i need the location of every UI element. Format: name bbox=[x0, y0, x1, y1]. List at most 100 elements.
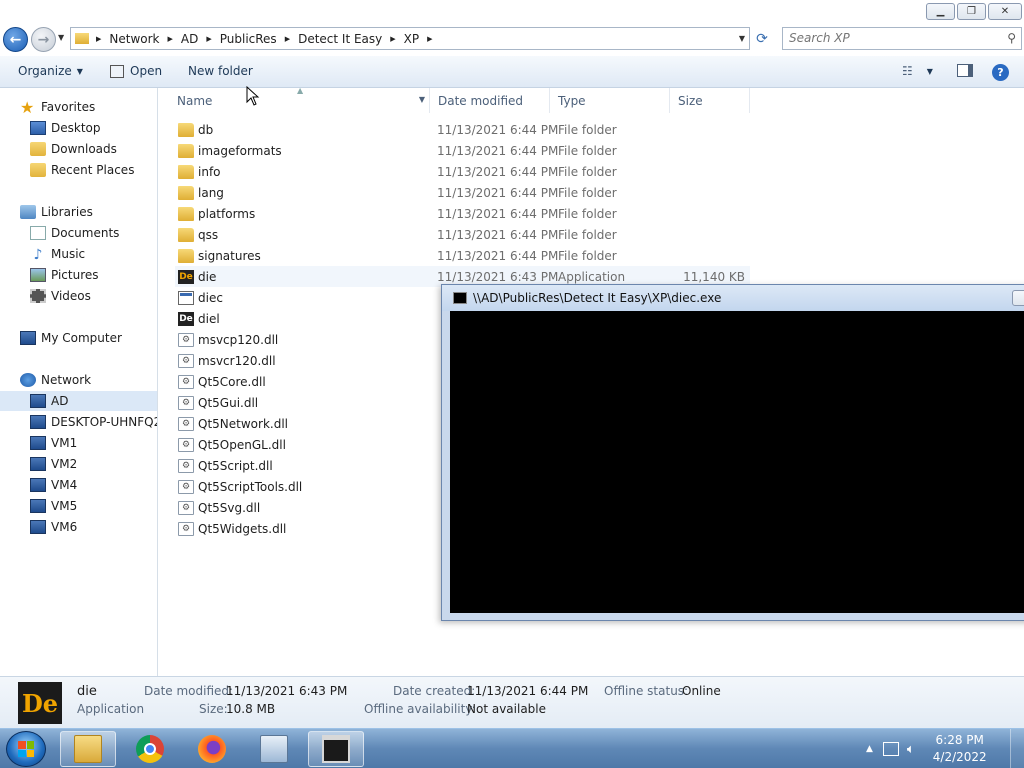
nav-item-label: AD bbox=[51, 394, 69, 408]
nav-item-label: VM6 bbox=[51, 520, 78, 534]
close-button[interactable]: ✕ bbox=[988, 3, 1022, 20]
taskbar-explorer-button[interactable] bbox=[60, 731, 116, 767]
column-header-name[interactable]: Name ▲ ▼ bbox=[160, 86, 430, 113]
taskbar-console-button[interactable] bbox=[308, 731, 364, 767]
breadcrumb-chevron-icon[interactable]: ▶ bbox=[206, 35, 211, 43]
console-titlebar[interactable]: \\AD\PublicRes\Detect It Easy\XP\diec.ex… bbox=[442, 285, 1024, 311]
file-name: Qt5Svg.dll bbox=[198, 500, 261, 515]
nav-item-vm6[interactable]: VM6 bbox=[30, 517, 77, 537]
console-icon bbox=[322, 735, 350, 763]
nav-item-label: Recent Places bbox=[51, 163, 135, 177]
new-folder-button[interactable]: New folder bbox=[188, 64, 253, 78]
pictures-icon bbox=[30, 268, 46, 282]
dll-icon bbox=[178, 353, 194, 368]
file-row[interactable]: qss 11/13/2021 6:44 PM File folder bbox=[175, 224, 750, 245]
file-row[interactable]: platforms 11/13/2021 6:44 PM File folder bbox=[175, 203, 750, 224]
clock[interactable]: 6:28 PM 4/2/2022 bbox=[925, 732, 995, 766]
file-name: die bbox=[198, 269, 217, 284]
console-output[interactable] bbox=[450, 311, 1024, 613]
taskbar: ▲ 🔈︎ 6:28 PM 4/2/2022 bbox=[0, 728, 1024, 768]
help-button[interactable]: ? bbox=[992, 64, 1009, 81]
breadcrumb-xp[interactable]: XP bbox=[404, 32, 419, 46]
column-header-date-modified[interactable]: Date modified bbox=[430, 88, 550, 113]
nav-item-music[interactable]: ♪ Music bbox=[30, 244, 86, 264]
address-history-dropdown-icon[interactable]: ▼ bbox=[739, 34, 745, 43]
console-window[interactable]: \\AD\PublicRes\Detect It Easy\XP\diec.ex… bbox=[441, 284, 1024, 621]
column-header-type[interactable]: Type bbox=[550, 88, 670, 113]
open-button[interactable]: Open bbox=[110, 64, 162, 78]
nav-network[interactable]: Network bbox=[20, 370, 91, 390]
file-row[interactable]: lang 11/13/2021 6:44 PM File folder bbox=[175, 182, 750, 203]
breadcrumb-detect-it-easy[interactable]: Detect It Easy bbox=[298, 32, 382, 46]
dll-icon bbox=[178, 521, 194, 536]
nav-item-vm5[interactable]: VM5 bbox=[30, 496, 77, 516]
libraries-icon bbox=[20, 205, 36, 219]
breadcrumb-chevron-icon[interactable]: ▶ bbox=[390, 35, 395, 43]
clock-date: 4/2/2022 bbox=[932, 750, 987, 764]
search-icon[interactable]: ⚲ bbox=[1007, 31, 1016, 45]
file-row[interactable]: db 11/13/2021 6:44 PM File folder bbox=[175, 119, 750, 140]
network-status-icon[interactable] bbox=[882, 742, 899, 756]
nav-item-ad[interactable]: AD bbox=[0, 391, 157, 411]
nav-item-documents[interactable]: Documents bbox=[30, 223, 119, 243]
nav-computer-label: My Computer bbox=[41, 331, 122, 345]
file-row[interactable]: signatures 11/13/2021 6:44 PM File folde… bbox=[175, 245, 750, 266]
chevron-down-icon: ▼ bbox=[76, 66, 83, 76]
nav-item-downloads[interactable]: Downloads bbox=[30, 139, 117, 159]
nav-item-pictures[interactable]: Pictures bbox=[30, 265, 99, 285]
column-headers: Name ▲ ▼ Date modified Type Size bbox=[160, 86, 1024, 113]
details-file-kind: Application bbox=[77, 702, 145, 716]
computer-icon bbox=[30, 520, 46, 534]
nav-item-desktop[interactable]: Desktop bbox=[30, 118, 101, 138]
volume-icon[interactable]: 🔈︎ bbox=[907, 742, 915, 757]
search-input[interactable] bbox=[789, 31, 989, 45]
dll-icon bbox=[178, 395, 194, 410]
file-row[interactable]: imageformats 11/13/2021 6:44 PM File fol… bbox=[175, 140, 750, 161]
breadcrumb-network[interactable]: Network bbox=[109, 32, 159, 46]
show-desktop-button[interactable] bbox=[1010, 729, 1024, 768]
breadcrumb-chevron-icon[interactable]: ▶ bbox=[168, 35, 173, 43]
nav-my-computer[interactable]: My Computer bbox=[20, 328, 122, 348]
nav-item-vm4[interactable]: VM4 bbox=[30, 475, 77, 495]
taskbar-control-panel-button[interactable] bbox=[246, 731, 302, 767]
breadcrumb-ad[interactable]: AD bbox=[181, 32, 198, 46]
search-box[interactable]: ⚲ bbox=[782, 27, 1022, 50]
organize-button[interactable]: Organize ▼ bbox=[18, 64, 83, 78]
nav-item-recent-places[interactable]: Recent Places bbox=[30, 160, 134, 180]
nav-libraries[interactable]: Libraries bbox=[20, 202, 93, 222]
file-type: File folder bbox=[558, 164, 617, 179]
address-bar[interactable]: ▶ Network ▶ AD ▶ PublicRes ▶ Detect It E… bbox=[70, 27, 750, 50]
nav-item-label: VM1 bbox=[51, 436, 78, 450]
nav-item-vm1[interactable]: VM1 bbox=[30, 433, 77, 453]
refresh-button[interactable]: ⟳ bbox=[752, 29, 772, 49]
nav-item-videos[interactable]: Videos bbox=[30, 286, 91, 306]
back-button[interactable]: ← bbox=[3, 27, 28, 52]
show-hidden-icons-icon[interactable]: ▲ bbox=[866, 744, 873, 754]
breadcrumb-chevron-icon[interactable]: ▶ bbox=[96, 35, 101, 43]
file-row[interactable]: info 11/13/2021 6:44 PM File folder bbox=[175, 161, 750, 182]
forward-button[interactable]: → bbox=[31, 27, 56, 52]
minimize-button[interactable]: ▁ bbox=[926, 3, 955, 20]
file-name: Qt5Network.dll bbox=[198, 416, 288, 431]
file-name: imageformats bbox=[198, 143, 282, 158]
change-view-button[interactable]: ☷ ▼ bbox=[902, 64, 933, 78]
maximize-button[interactable]: ❐ bbox=[957, 3, 986, 20]
breadcrumb-publicres[interactable]: PublicRes bbox=[220, 32, 277, 46]
recent-pages-button[interactable]: ▼ bbox=[58, 33, 64, 42]
file-name: signatures bbox=[198, 248, 261, 263]
breadcrumb-chevron-icon[interactable]: ▶ bbox=[285, 35, 290, 43]
preview-pane-button[interactable] bbox=[957, 64, 973, 77]
column-filter-dropdown-icon[interactable]: ▼ bbox=[419, 95, 425, 104]
nav-item-desktop-uhnfq2k[interactable]: DESKTOP-UHNFQ2K bbox=[30, 412, 157, 432]
console-minimize-button[interactable] bbox=[1012, 290, 1024, 306]
start-button[interactable] bbox=[6, 731, 46, 767]
breadcrumb-chevron-icon[interactable]: ▶ bbox=[427, 35, 432, 43]
column-header-size[interactable]: Size bbox=[670, 88, 750, 113]
nav-item-vm2[interactable]: VM2 bbox=[30, 454, 77, 474]
taskbar-firefox-button[interactable] bbox=[184, 731, 240, 767]
nav-favorites[interactable]: ★ Favorites bbox=[20, 97, 95, 117]
taskbar-chrome-button[interactable] bbox=[122, 731, 178, 767]
file-date: 11/13/2021 6:44 PM bbox=[437, 206, 559, 221]
computer-icon bbox=[30, 415, 46, 429]
sort-ascending-icon: ▲ bbox=[297, 86, 304, 95]
